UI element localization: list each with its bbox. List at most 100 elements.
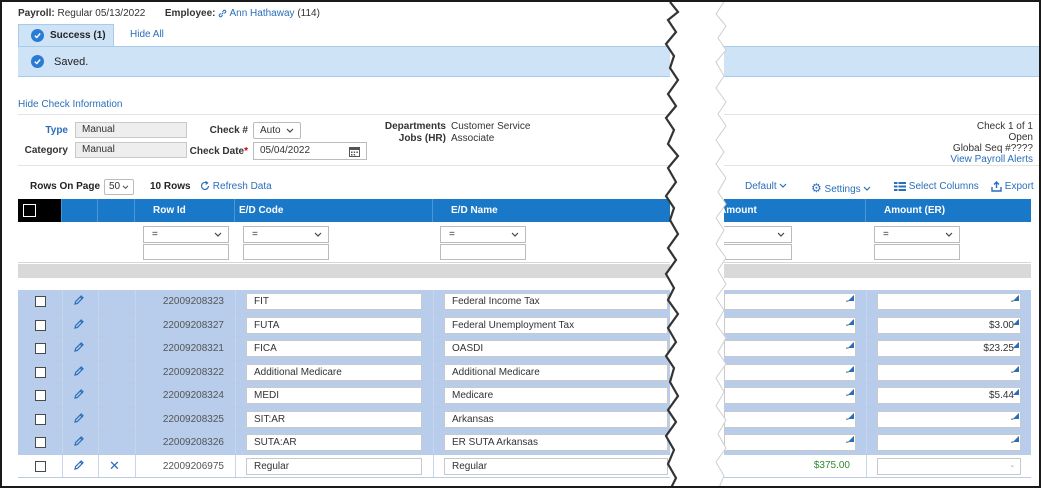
tab-success[interactable]: Success (1): [18, 24, 114, 46]
table-row[interactable]: 22009208324 MEDI Medicare - ◢ $5.44 ◢: [18, 384, 1031, 408]
cell-corner-icon: ◢: [1012, 340, 1019, 349]
table-row[interactable]: 22009208323 FIT Federal Income Tax - ◢ - ◢: [18, 290, 1031, 314]
ed-name-field[interactable]: Medicare: [444, 387, 668, 404]
ed-code-field[interactable]: FIT: [246, 293, 422, 310]
type-label: Type: [45, 125, 68, 136]
cell-corner-icon: ◢: [1012, 410, 1019, 420]
ed-code-field[interactable]: Regular: [246, 457, 422, 475]
table-row[interactable]: 22009208326 SUTA:AR ER SUTA Arkansas - ◢ - ◢: [18, 431, 1031, 455]
cell-divider: [866, 407, 867, 430]
ed-code-field[interactable]: SUTA:AR: [246, 434, 422, 451]
row-checkbox[interactable]: [35, 437, 46, 448]
pencil-icon[interactable]: [73, 365, 85, 380]
cell-divider: [98, 407, 99, 430]
ed-name-field[interactable]: Additional Medicare: [444, 363, 668, 381]
filter-row: = = = =: [18, 222, 1031, 263]
row-checkbox[interactable]: [35, 366, 46, 378]
col-header-row-id[interactable]: Row Id: [135, 199, 235, 222]
settings-dropdown[interactable]: ⚙ Settings: [811, 181, 871, 195]
pencil-icon[interactable]: [73, 459, 85, 474]
ed-name-field[interactable]: OASDI: [444, 340, 668, 357]
col-header-amount[interactable]: Amount: [719, 199, 866, 222]
pencil-icon[interactable]: [73, 412, 85, 427]
amount-field[interactable]: $375.00: [724, 458, 856, 475]
filter-row-id-operator[interactable]: =: [143, 226, 229, 243]
amount-er-field[interactable]: - ◢: [877, 434, 1021, 451]
amount-er-field[interactable]: - ◢: [877, 293, 1021, 310]
default-view-dropdown[interactable]: Default: [745, 181, 787, 192]
calendar-icon[interactable]: [349, 146, 360, 157]
pencil-icon[interactable]: [73, 318, 85, 333]
hide-all-link[interactable]: Hide All: [130, 29, 164, 40]
employee-link[interactable]: Ann Hathaway: [218, 8, 297, 19]
amount-field[interactable]: - ◢: [724, 316, 856, 334]
amount-er-field[interactable]: $5.44 ◢: [877, 387, 1021, 404]
filter-row-id-input[interactable]: [143, 244, 229, 260]
alert-message: Saved.: [54, 55, 89, 68]
filter-ed-code-input[interactable]: [243, 244, 329, 260]
view-payroll-alerts-link[interactable]: View Payroll Alerts: [950, 154, 1033, 165]
row-checkbox[interactable]: [35, 343, 46, 354]
row-checkbox[interactable]: [35, 296, 46, 307]
amount-field[interactable]: - ◢: [724, 434, 856, 451]
select-all-checkbox[interactable]: [23, 204, 36, 217]
check-of: Check 1 of 1: [976, 121, 1033, 132]
ed-code-field[interactable]: MEDI: [246, 387, 422, 404]
pencil-icon[interactable]: [73, 388, 85, 403]
amount-field[interactable]: - ◢: [724, 340, 856, 357]
pencil-icon[interactable]: [73, 435, 85, 450]
check-date-input[interactable]: 05/04/2022: [253, 142, 367, 160]
employee-id: (114): [297, 8, 320, 19]
filter-ed-name-operator[interactable]: =: [440, 226, 526, 243]
amount-field[interactable]: - ◢: [724, 387, 856, 404]
export-button[interactable]: Export: [991, 181, 1034, 192]
col-header-amount-er[interactable]: Amount (ER): [866, 199, 1031, 222]
rows-on-page-select[interactable]: 50: [104, 179, 134, 195]
ed-name-field[interactable]: ER SUTA Arkansas: [444, 434, 668, 451]
ed-name-field[interactable]: Arkansas: [444, 410, 668, 428]
select-columns-button[interactable]: Select Columns: [894, 181, 979, 192]
amount-er-field[interactable]: - ◢: [877, 410, 1021, 428]
row-checkbox[interactable]: [35, 460, 46, 472]
table-row[interactable]: 22009208321 FICA OASDI - ◢ $23.25 ◢: [18, 337, 1031, 361]
ed-code-field[interactable]: Additional Medicare: [246, 363, 422, 381]
col-header-ed-code[interactable]: E/D Code: [235, 199, 433, 222]
amount-er-field[interactable]: -: [877, 457, 1021, 475]
table-row[interactable]: 22009208322 Additional Medicare Additional…: [18, 360, 1031, 384]
row-checkbox[interactable]: [35, 319, 46, 331]
departments-label: Departments: [384, 121, 446, 132]
ed-name-field[interactable]: Regular: [444, 457, 668, 475]
filter-ed-name-input[interactable]: [440, 244, 526, 260]
ed-name-field[interactable]: Federal Unemployment Tax: [444, 316, 668, 334]
close-icon[interactable]: ✕: [109, 458, 120, 473]
table-row[interactable]: ✕ 22009206975 Regular Regular $375.00 -: [18, 454, 1031, 478]
chevron-down-icon: [780, 183, 787, 189]
filter-amount-er-operator[interactable]: =: [874, 226, 960, 243]
amount-er-field[interactable]: - ◢: [877, 363, 1021, 381]
ed-code-field[interactable]: FUTA: [246, 316, 422, 334]
amount-er-field[interactable]: $23.25 ◢: [877, 340, 1021, 357]
filter-amount-er-input[interactable]: [874, 244, 960, 260]
row-checkbox[interactable]: [35, 413, 46, 425]
rows-on-page-label: Rows On Page: [30, 181, 101, 192]
pencil-icon[interactable]: [73, 341, 85, 356]
table-row[interactable]: 22009208327 FUTA Federal Unemployment Tax -…: [18, 313, 1031, 337]
check-number-select[interactable]: Auto: [253, 122, 301, 139]
pencil-icon[interactable]: [73, 294, 85, 309]
amount-field[interactable]: - ◢: [724, 363, 856, 381]
check-date-label: Check Date*: [188, 146, 248, 157]
row-checkbox[interactable]: [35, 390, 46, 401]
amount-field[interactable]: - ◢: [724, 410, 856, 428]
cell-divider: [866, 431, 867, 454]
departments-value: Customer Service: [451, 121, 531, 132]
amount-er-field[interactable]: $3.00 ◢: [877, 316, 1021, 334]
amount-field[interactable]: - ◢: [724, 293, 856, 310]
ed-code-field[interactable]: SIT:AR: [246, 410, 422, 428]
ed-name-field[interactable]: Federal Income Tax: [444, 293, 668, 310]
filter-ed-code-operator[interactable]: =: [243, 226, 329, 243]
ed-code-field[interactable]: FICA: [246, 340, 422, 357]
refresh-data-button[interactable]: Refresh Data: [200, 181, 272, 192]
cell-divider: [98, 454, 99, 477]
table-row[interactable]: 22009208325 SIT:AR Arkansas - ◢ - ◢: [18, 407, 1031, 431]
hide-check-info-link[interactable]: Hide Check Information: [18, 99, 123, 110]
